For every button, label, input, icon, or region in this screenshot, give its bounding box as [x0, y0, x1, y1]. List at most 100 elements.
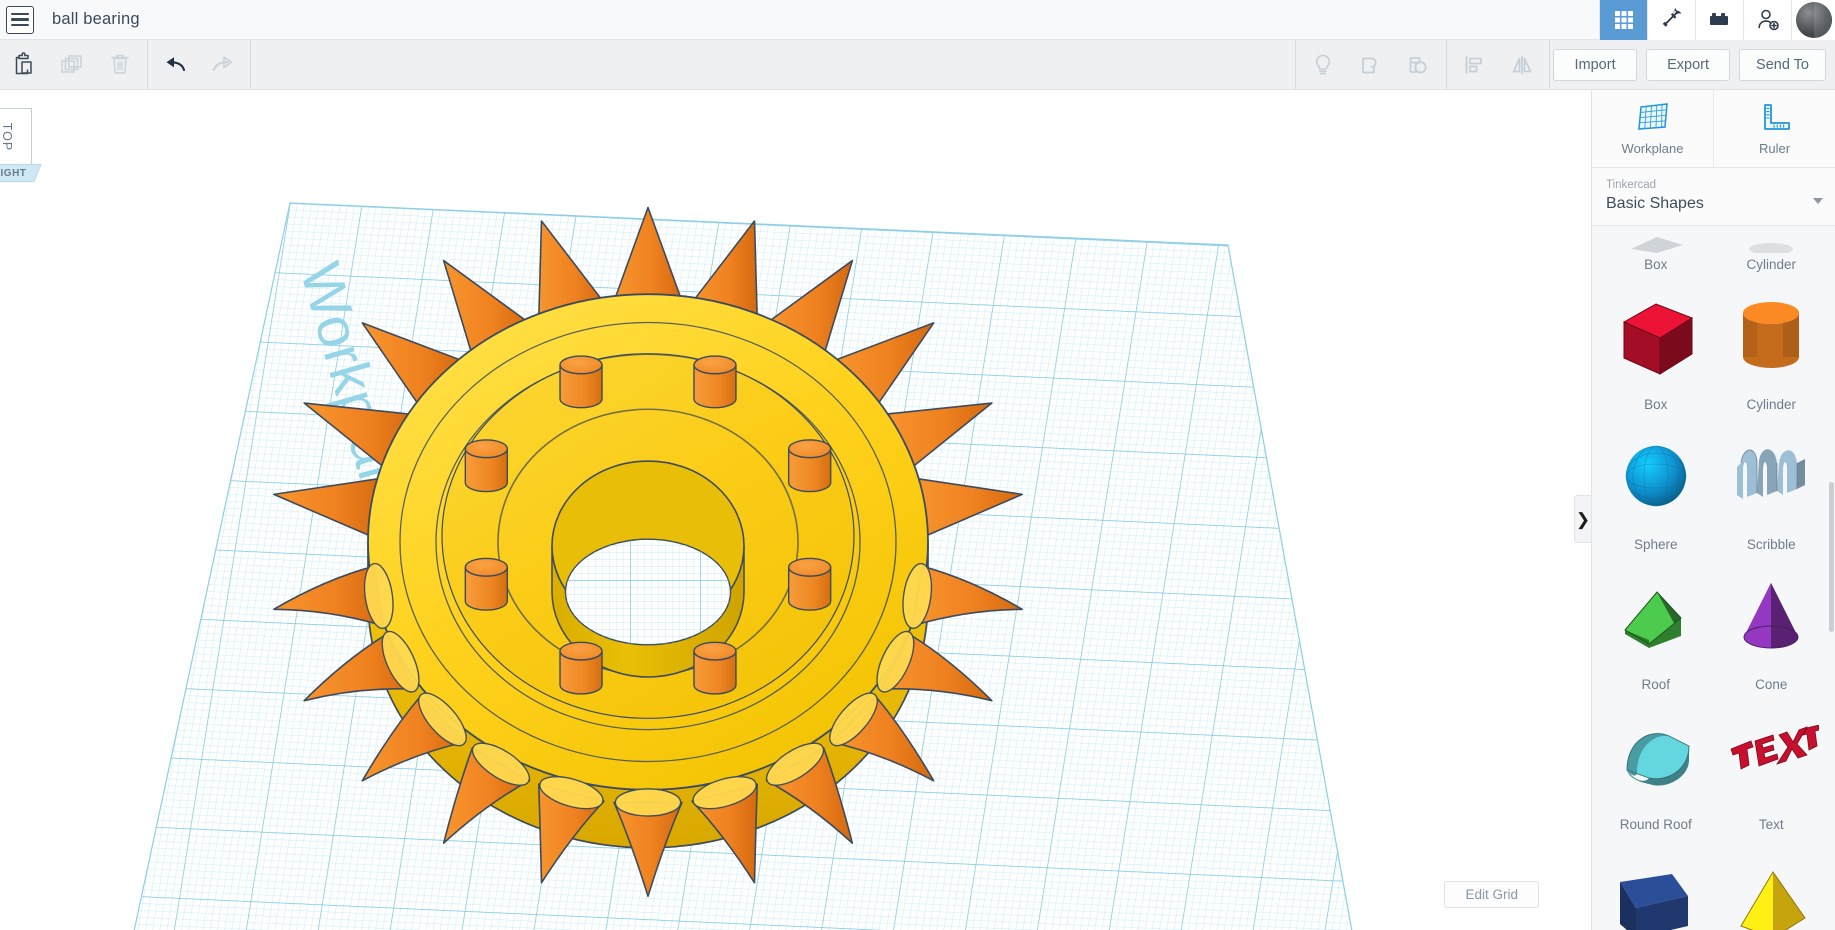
roundroof-icon	[1598, 698, 1714, 813]
shape-label: Sphere	[1634, 537, 1678, 552]
shape-label: Scribble	[1747, 537, 1796, 552]
pyramid-icon	[1714, 838, 1830, 930]
scribble-icon	[1714, 418, 1830, 533]
wedge-icon	[1598, 838, 1714, 930]
grid-view-button[interactable]	[1599, 0, 1647, 40]
ruler-tool[interactable]: Ruler	[1714, 90, 1835, 167]
view-cube[interactable]: TOP RIGHT	[0, 108, 44, 180]
send-to-button[interactable]: Send To	[1739, 49, 1826, 81]
cylinder-partial-icon	[1714, 227, 1830, 253]
lightbulb-icon	[1312, 52, 1334, 78]
gear-peg	[560, 642, 602, 694]
peg-top	[789, 558, 831, 576]
ruler-tool-label: Ruler	[1759, 141, 1790, 156]
shape-label: Round Roof	[1620, 817, 1692, 832]
shape-item-unnamed-10[interactable]	[1598, 838, 1714, 930]
redo-button[interactable]	[199, 40, 247, 90]
box-icon	[1598, 278, 1714, 393]
roof-icon	[1598, 558, 1714, 673]
panel-collapse-button[interactable]: ❯	[1574, 495, 1591, 543]
bore-floor-grid	[565, 539, 730, 645]
group-button[interactable]	[1347, 40, 1395, 90]
shape-tool-group: Import Export Send To	[1292, 40, 1835, 90]
workplane-tool[interactable]: Workplane	[1592, 90, 1714, 167]
peg-top	[560, 642, 602, 660]
shape-list[interactable]: Box Cylinder Box Cylinder	[1592, 226, 1835, 930]
shape-library-selector[interactable]: Tinkercad Basic Shapes	[1592, 168, 1835, 226]
shape-item-cone[interactable]: Cone	[1714, 558, 1830, 698]
panel-tools: Workplane Ruler	[1592, 90, 1835, 168]
workplane-grid-icon	[1635, 102, 1671, 134]
mirror-flip-icon	[1509, 52, 1535, 78]
align-button[interactable]	[1450, 40, 1498, 90]
import-button[interactable]: Import	[1553, 49, 1637, 81]
avatar	[1796, 2, 1832, 38]
export-button[interactable]: Export	[1646, 49, 1730, 81]
peg-top	[560, 356, 602, 374]
toolbar-divider	[147, 40, 148, 90]
shape-item-cylinder[interactable]: Cylinder	[1714, 226, 1830, 278]
pickaxe-icon	[1660, 8, 1684, 32]
toolbar-divider-3	[1295, 40, 1296, 90]
person-add-icon	[1756, 8, 1780, 32]
3d-viewport[interactable]: Workplane	[0, 90, 1591, 930]
hamburger-menu-icon[interactable]	[6, 6, 34, 34]
document-title[interactable]: ball bearing	[52, 10, 140, 29]
grid-icon	[1613, 9, 1635, 31]
hint-button[interactable]	[1299, 40, 1347, 90]
mirror-button[interactable]	[1498, 40, 1546, 90]
gear-peg	[560, 356, 602, 408]
lego-brick-icon	[1708, 10, 1732, 30]
toolbar-divider-5	[1549, 40, 1550, 90]
paste-button[interactable]	[0, 40, 48, 90]
shape-item-text[interactable]: Text	[1714, 698, 1830, 838]
user-avatar-button[interactable]	[1791, 0, 1835, 40]
peg-top	[694, 356, 736, 374]
ungroup-button[interactable]	[1395, 40, 1443, 90]
box-partial-icon	[1598, 226, 1714, 253]
undo-button[interactable]	[151, 40, 199, 90]
panel-scrollbar[interactable]	[1828, 342, 1835, 930]
group-shapes-icon	[1358, 52, 1384, 78]
clipboard-icon	[12, 52, 36, 78]
panel-scrollbar-thumb[interactable]	[1829, 482, 1834, 632]
chevron-down-icon	[1813, 198, 1823, 204]
shape-item-scribble[interactable]: Scribble	[1714, 418, 1830, 558]
shape-label: Roof	[1641, 677, 1670, 692]
align-icon	[1461, 52, 1487, 78]
chevron-right-icon: ❯	[1576, 511, 1590, 528]
copy-button[interactable]	[48, 40, 96, 90]
delete-button[interactable]	[96, 40, 144, 90]
gear-peg	[465, 440, 507, 492]
shape-label: Box	[1644, 397, 1667, 412]
viewcube-top-label: TOP	[0, 123, 14, 151]
peg-top	[789, 440, 831, 458]
shape-item-unnamed-11[interactable]	[1714, 838, 1830, 930]
ungroup-shapes-icon	[1406, 52, 1432, 78]
shape-item-roof[interactable]: Roof	[1598, 558, 1714, 698]
shape-item-box[interactable]: Box	[1598, 226, 1714, 278]
viewcube-right-face[interactable]: RIGHT	[0, 164, 42, 182]
invite-button[interactable]	[1743, 0, 1791, 40]
app-header: ball bearing	[0, 0, 1835, 40]
viewcube-top-face[interactable]: TOP	[0, 108, 32, 166]
peg-top	[694, 642, 736, 660]
shape-item-box[interactable]: Box	[1598, 278, 1714, 418]
peg-top	[465, 558, 507, 576]
text-icon	[1714, 698, 1830, 813]
shape-label: Text	[1759, 817, 1784, 832]
redo-arrow-icon	[209, 54, 237, 76]
shape-item-round-roof[interactable]: Round Roof	[1598, 698, 1714, 838]
library-name-label: Basic Shapes	[1606, 195, 1821, 213]
edit-grid-button[interactable]: Edit Grid	[1444, 881, 1539, 908]
tinkercad-app: ball bearing	[0, 0, 1835, 930]
ruler-icon	[1758, 102, 1792, 134]
blocks-button[interactable]	[1695, 0, 1743, 40]
shape-label: Cylinder	[1746, 257, 1796, 272]
shape-item-cylinder[interactable]: Cylinder	[1714, 278, 1830, 418]
shape-label: Cone	[1755, 677, 1787, 692]
design-canvas[interactable]: Workplane TOP RIGHT Edit Grid	[0, 90, 1591, 930]
minecraft-button[interactable]	[1647, 0, 1695, 40]
shapes-panel: Workplane Ruler Tinkercad Basic Shapes	[1591, 90, 1835, 930]
shape-item-sphere[interactable]: Sphere	[1598, 418, 1714, 558]
